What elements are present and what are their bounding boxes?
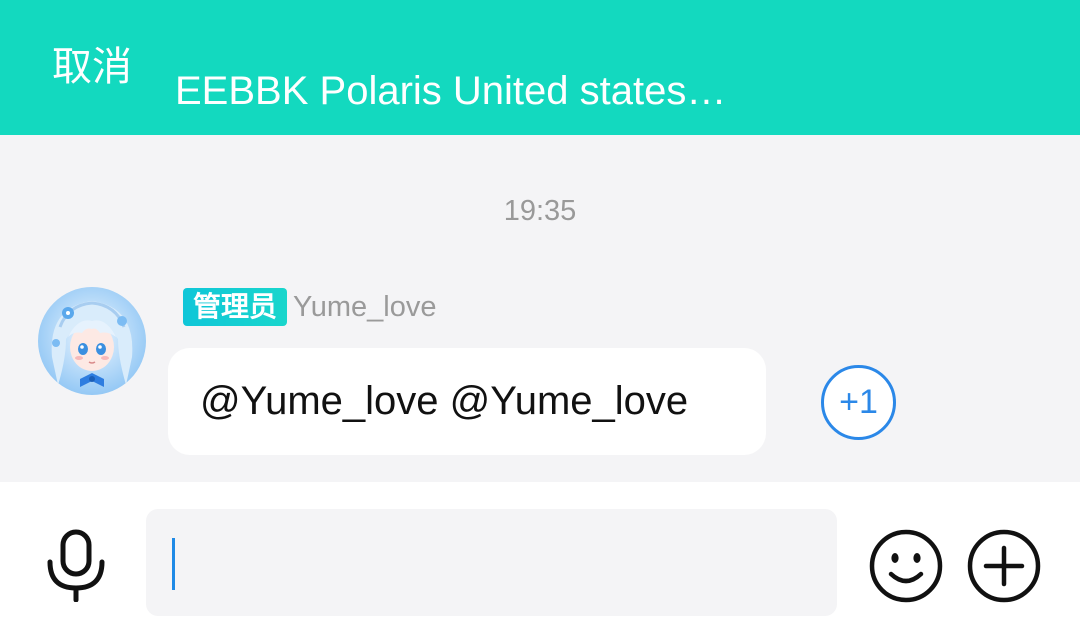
message-meta: 管理员 Yume_love <box>183 288 437 326</box>
microphone-icon[interactable] <box>40 528 112 603</box>
chat-header: 取消 EEBBK Polaris United states… <box>0 0 1080 135</box>
text-caret <box>172 538 175 590</box>
plus-one-button[interactable]: +1 <box>821 365 896 440</box>
message-text: @Yume_love @Yume_love <box>200 379 689 423</box>
admin-badge: 管理员 <box>183 288 288 326</box>
anime-avatar-icon <box>38 287 146 395</box>
avatar[interactable] <box>38 287 146 395</box>
message-input[interactable] <box>146 509 837 616</box>
sender-name[interactable]: Yume_love <box>293 291 437 324</box>
message-list[interactable]: 19:35 管理员 Yume_love @Yume_love @Yume_lov… <box>0 135 1080 482</box>
input-bar <box>0 482 1080 644</box>
plus-circle-icon[interactable] <box>966 528 1042 604</box>
plus-one-label: +1 <box>839 383 878 421</box>
smiley-icon[interactable] <box>868 528 944 604</box>
message-timestamp: 19:35 <box>503 195 577 227</box>
message-bubble[interactable]: @Yume_love @Yume_love <box>168 348 766 455</box>
chat-title: EEBBK Polaris United states… <box>175 69 727 113</box>
cancel-button[interactable]: 取消 <box>52 44 132 90</box>
